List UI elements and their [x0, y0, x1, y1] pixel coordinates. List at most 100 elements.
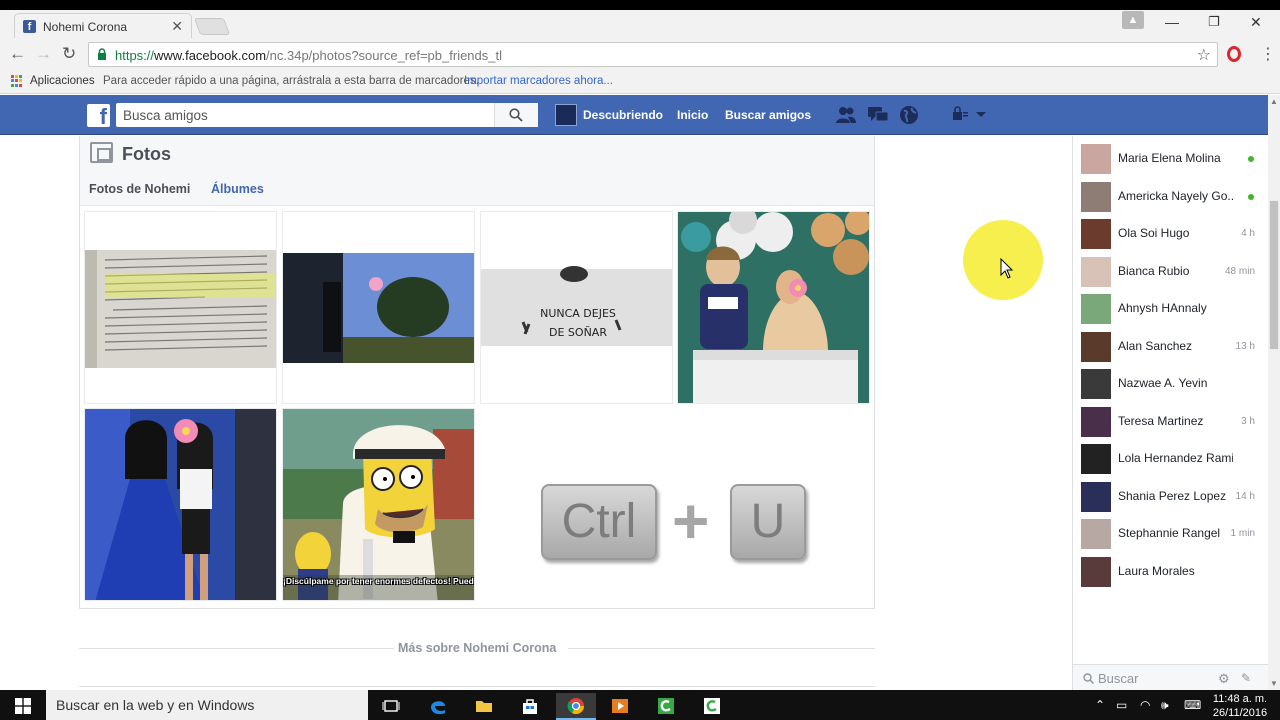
chat-contact[interactable]: Laura Morales [1073, 553, 1269, 590]
facebook-logo-icon[interactable]: f [87, 104, 110, 129]
profile-link[interactable]: Descubriendo [583, 108, 663, 122]
apps-grid-icon[interactable] [11, 75, 23, 87]
chat-contact[interactable]: Alan Sanchez 13 h [1073, 328, 1269, 365]
search-button[interactable] [494, 103, 538, 127]
facebook-search-input[interactable] [116, 103, 496, 127]
restore-icon[interactable]: ❐ [1208, 14, 1220, 30]
chrome-taskbar-app[interactable] [556, 693, 596, 720]
taskbar-search-input[interactable] [56, 695, 356, 715]
wifi-icon[interactable]: ◠ [1140, 698, 1150, 712]
browser-menu-icon[interactable]: ⋮ [1260, 44, 1276, 64]
url-host: www.facebook.com [154, 48, 267, 63]
edge-icon [431, 701, 445, 715]
privacy-shortcuts-icon[interactable] [951, 105, 969, 123]
tab-albums[interactable]: Álbumes [211, 182, 264, 196]
clock-time: 11:48 a. m. [1212, 693, 1268, 705]
photos-icon [90, 142, 113, 163]
reload-icon[interactable]: ↻ [62, 44, 76, 64]
system-clock[interactable]: 11:48 a. m. 26/11/2016 [1205, 692, 1275, 720]
divider [79, 648, 394, 649]
chrome-icon [567, 698, 585, 715]
video-letterbox [0, 0, 1280, 10]
avatar [1081, 181, 1111, 212]
photo-thumbnail[interactable]: NUNCA DEJES DE SOÑAR [480, 211, 673, 404]
photo-thumbnail[interactable] [677, 211, 870, 404]
new-tab-button[interactable] [193, 18, 231, 35]
forward-icon[interactable]: → [35, 44, 52, 64]
notifications-globe-icon[interactable] [899, 105, 919, 125]
opera-extension-icon[interactable] [1227, 46, 1241, 62]
last-active-time: 3 h [1241, 415, 1255, 427]
u-key: U [730, 484, 806, 560]
cartoon-photo [283, 409, 474, 600]
photo-thumbnail[interactable] [84, 211, 277, 404]
address-bar[interactable]: https://www.facebook.com/nc.34p/photos?s… [88, 42, 1218, 67]
friend-requests-icon[interactable] [835, 105, 857, 125]
file-explorer-taskbar-app[interactable] [464, 693, 504, 720]
chat-contact[interactable]: Lola Hernandez Ramirez [1073, 440, 1269, 477]
search-icon [509, 108, 523, 122]
tab-close-icon[interactable]: ✕ [171, 18, 183, 35]
back-icon[interactable]: ← [9, 44, 26, 64]
window-close-icon[interactable]: ✕ [1250, 14, 1262, 31]
camtasia-recorder-taskbar-app[interactable] [692, 693, 732, 720]
chat-contact[interactable]: Ola Soi Hugo 4 h [1073, 215, 1269, 252]
account-menu-chevron-icon[interactable] [975, 111, 987, 119]
bookmark-star-icon[interactable]: ☆ [1197, 45, 1211, 65]
home-link[interactable]: Inicio [677, 108, 708, 122]
battery-icon[interactable]: ▭ [1116, 698, 1127, 712]
minimize-icon[interactable]: — [1165, 14, 1179, 30]
photo-thumbnail[interactable]: ¡Discúlpame por tener enormes defectos! … [282, 408, 475, 601]
photo-thumbnail[interactable] [282, 211, 475, 404]
chat-contact[interactable]: Bianca Rubio 48 min [1073, 253, 1269, 290]
scroll-down-icon[interactable]: ▼ [1270, 679, 1278, 688]
import-bookmarks-link[interactable]: Importar marcadores ahora... [464, 75, 613, 87]
windows-start-icon[interactable] [15, 698, 31, 714]
chat-contact[interactable]: Americka Nayely Go... [1073, 178, 1269, 215]
keyboard-icon[interactable]: ⌨ [1184, 698, 1201, 712]
chat-contact[interactable]: Ahnysh HAnnaly [1073, 290, 1269, 327]
browser-tab-strip: f Nohemi Corona ✕ ▲ — ❐ ✕ [0, 10, 1280, 39]
photos-title[interactable]: Fotos [122, 144, 171, 165]
chat-contact-name: Nazwae A. Yevin [1118, 376, 1208, 390]
chat-contact[interactable]: Teresa Martinez 3 h [1073, 403, 1269, 440]
photo-thumbnail[interactable] [84, 408, 277, 601]
store-taskbar-app[interactable] [510, 693, 550, 720]
chat-contact-name: Bianca Rubio [1118, 263, 1190, 278]
cartoon-caption: ¡Discúlpame por tener enormes defectos! … [283, 576, 474, 586]
secure-lock-icon [98, 48, 106, 60]
task-view-icon [382, 700, 400, 712]
media-player-taskbar-app[interactable] [600, 693, 640, 720]
chat-contact[interactable]: Shania Perez Lopez 14 h [1073, 478, 1269, 515]
volume-icon[interactable]: 🕪 [1161, 698, 1169, 713]
scrollbar-thumb[interactable] [1269, 200, 1279, 350]
scroll-up-icon[interactable]: ▲ [1270, 97, 1278, 106]
profile-avatar[interactable] [555, 104, 577, 126]
last-active-time: 13 h [1235, 340, 1255, 352]
messages-icon[interactable] [867, 105, 889, 125]
user-profile-icon[interactable]: ▲ [1122, 11, 1144, 29]
browser-tab[interactable]: f Nohemi Corona ✕ [14, 13, 192, 39]
new-message-icon[interactable]: ✎ [1241, 671, 1251, 685]
avatar [1081, 406, 1111, 437]
tab-friend-photos[interactable]: Fotos de Nohemi [89, 182, 190, 196]
chat-contact[interactable]: Stephannie Rangel 1 min [1073, 515, 1269, 552]
plus-sign: + [672, 485, 710, 557]
camtasia-taskbar-app[interactable] [646, 693, 686, 720]
camtasia-icon [658, 698, 674, 714]
chat-contact[interactable]: Maria Elena Molina [1073, 140, 1269, 177]
chat-search-input[interactable] [1098, 668, 1218, 688]
bookmarks-bar: Aplicaciones Para acceder rápido a una p… [0, 70, 1280, 94]
task-view-button[interactable] [371, 693, 411, 720]
chat-contact-name: Ahnysh HAnnaly [1118, 301, 1207, 315]
chat-options-gear-icon[interactable]: ⚙ [1218, 671, 1230, 687]
apps-bookmark[interactable]: Aplicaciones [30, 75, 95, 87]
page-scrollbar[interactable]: ▲ ▼ [1268, 95, 1280, 690]
chat-sidebar: Maria Elena Molina Americka Nayely Go... O… [1072, 136, 1269, 690]
chat-contact[interactable]: Nazwae A. Yevin [1073, 365, 1269, 402]
edge-taskbar-app[interactable] [418, 693, 458, 720]
avatar [1081, 519, 1111, 549]
chat-contact-name: Maria Elena Molina [1118, 151, 1221, 165]
show-hidden-icons[interactable]: ⌃ [1095, 698, 1105, 712]
find-friends-link[interactable]: Buscar amigos [725, 108, 811, 122]
